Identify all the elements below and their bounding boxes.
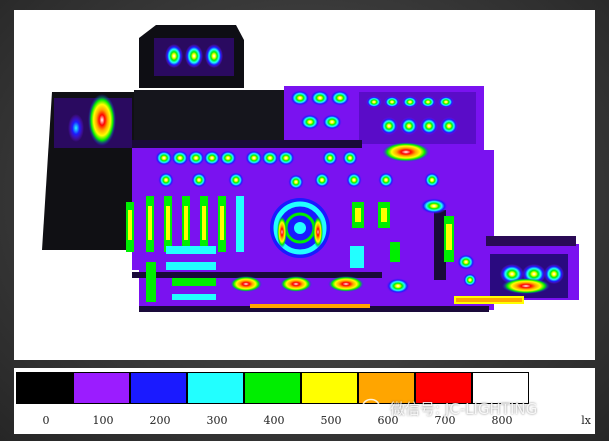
legend-tick-label: 500: [320, 414, 342, 427]
legend-swatch: [187, 372, 244, 404]
wall-strip: [486, 236, 576, 246]
legend-tick-label: 200: [149, 414, 171, 427]
central-round-display: [270, 198, 330, 258]
legend-swatch: [130, 372, 187, 404]
legend-tick-label: 300: [206, 414, 228, 427]
wall-strip: [132, 140, 362, 148]
legend-tick-label: 0: [42, 414, 50, 427]
legend-swatch: [301, 372, 358, 404]
top-block-lights: [165, 44, 223, 68]
rendering-frame: [14, 10, 595, 360]
legend-unit: lx: [581, 414, 591, 427]
legend-swatch: [16, 372, 73, 404]
illuminance-rendering: [42, 25, 579, 312]
legend-tick-label: 100: [92, 414, 114, 427]
watermark: 微信号: JC-LIGHTING: [362, 396, 537, 420]
watermark-text: 微信号: JC-LIGHTING: [390, 399, 538, 418]
legend-swatch: [244, 372, 301, 404]
wechat-icon: [362, 398, 384, 417]
legend-tick-label: 400: [263, 414, 285, 427]
legend-swatch: [73, 372, 130, 404]
